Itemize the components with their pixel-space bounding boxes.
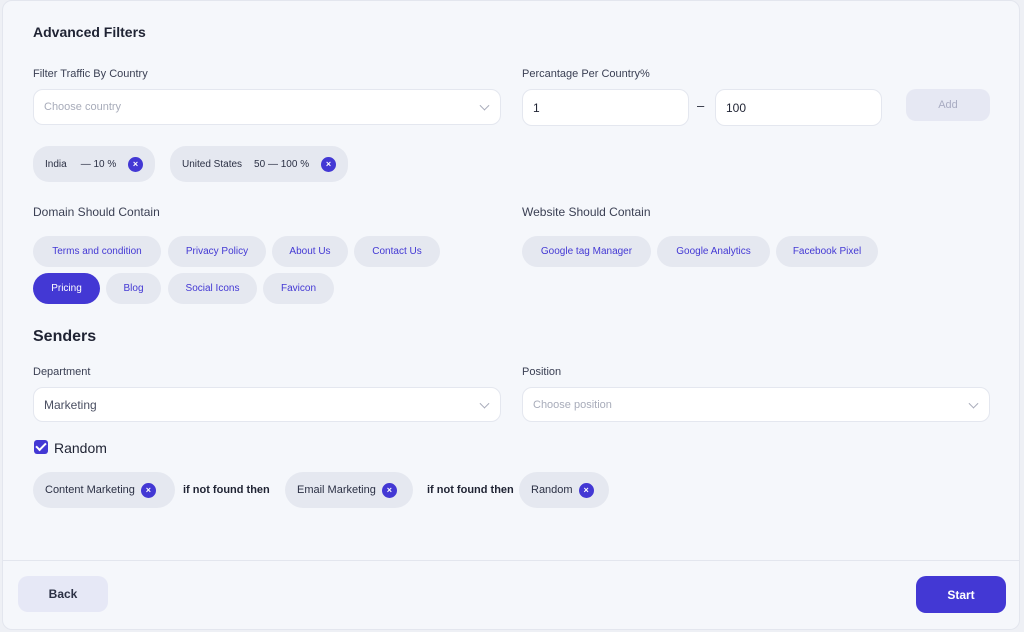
sender-tag-random: Random ×	[519, 472, 609, 508]
domain-pill-social-icons[interactable]: Social Icons	[168, 273, 257, 304]
country-select-placeholder: Choose country	[44, 101, 122, 113]
sender-tag-label: Email Marketing	[297, 484, 376, 496]
domain-pill-about[interactable]: About Us	[272, 236, 348, 267]
back-button[interactable]: Back	[18, 576, 108, 612]
department-value: Marketing	[44, 397, 97, 412]
percentage-min-value: 1	[533, 100, 540, 115]
close-icon[interactable]: ×	[578, 482, 594, 498]
senders-title: Senders	[33, 328, 97, 345]
domain-pill-blog[interactable]: Blog	[106, 273, 161, 304]
country-tag-range: — 10 %	[80, 158, 117, 170]
add-country-button[interactable]: Add	[906, 89, 990, 121]
domain-contain-label: Domain Should Contain	[33, 205, 160, 219]
percentage-range-separator: –	[697, 98, 705, 113]
country-select[interactable]: Choose country	[33, 89, 501, 125]
percentage-label: Percantage Per Country%	[522, 68, 650, 80]
country-tag-name: India	[45, 158, 67, 170]
department-label: Department	[33, 366, 91, 378]
start-button[interactable]: Start	[916, 576, 1006, 613]
close-icon[interactable]: ×	[140, 482, 156, 498]
country-tag-name: United States	[182, 158, 243, 170]
fallback-connector: if not found then	[427, 484, 514, 496]
chevron-down-icon	[479, 100, 490, 111]
website-pill-facebook-pixel[interactable]: Facebook Pixel	[776, 236, 878, 267]
advanced-filters-title: Advanced Filters	[33, 24, 146, 40]
close-icon[interactable]: ×	[128, 156, 143, 172]
country-tag-united-states: United States 50 — 100 % ×	[170, 146, 348, 182]
random-label: Random	[54, 440, 107, 456]
sender-tag-content-marketing: Content Marketing ×	[33, 472, 175, 508]
domain-pill-terms[interactable]: Terms and condition	[33, 236, 161, 267]
close-icon[interactable]: ×	[381, 482, 397, 498]
random-checkbox[interactable]	[34, 440, 48, 454]
domain-pill-pricing[interactable]: Pricing	[33, 273, 100, 304]
close-icon[interactable]: ×	[321, 156, 336, 172]
position-select[interactable]: Choose position	[522, 387, 990, 422]
country-tag-range: 50 — 100 %	[254, 158, 310, 170]
sender-tag-email-marketing: Email Marketing ×	[285, 472, 413, 508]
domain-pill-contact[interactable]: Contact Us	[354, 236, 440, 267]
website-pill-analytics[interactable]: Google Analytics	[657, 236, 770, 267]
website-pill-gtm[interactable]: Google tag Manager	[522, 236, 651, 267]
domain-pill-favicon[interactable]: Favicon	[263, 273, 334, 304]
chevron-down-icon	[479, 398, 490, 409]
footer-divider	[2, 560, 1020, 561]
sender-tag-label: Content Marketing	[45, 484, 135, 496]
country-tag-india: India — 10 % ×	[33, 146, 155, 182]
position-placeholder: Choose position	[533, 398, 612, 411]
percentage-min-input[interactable]: 1	[522, 89, 689, 126]
percentage-max-input[interactable]: 100	[715, 89, 882, 126]
percentage-max-value: 100	[726, 100, 747, 115]
domain-pill-privacy[interactable]: Privacy Policy	[168, 236, 266, 267]
fallback-connector: if not found then	[183, 484, 270, 496]
sender-tag-label: Random	[531, 484, 573, 496]
website-contain-label: Website Should Contain	[522, 205, 651, 219]
chevron-down-icon	[968, 398, 979, 409]
position-label: Position	[522, 366, 562, 378]
country-filter-label: Filter Traffic By Country	[33, 68, 148, 80]
department-select[interactable]: Marketing	[33, 387, 501, 422]
